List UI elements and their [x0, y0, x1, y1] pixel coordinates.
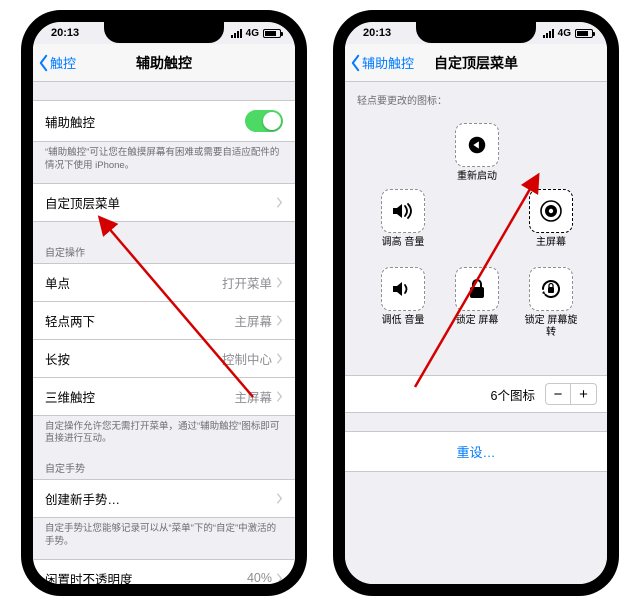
chevron-left-icon: [37, 54, 50, 72]
row-double-tap[interactable]: 轻点两下 主屏幕: [33, 302, 295, 340]
lock-icon: [467, 278, 487, 300]
row-label: 辅助触控: [45, 112, 95, 131]
chevron-right-icon: [276, 391, 283, 402]
screen: 20:13 4G 辅助触控 自定顶层菜单 轻点要更改的图标： 重新启动: [345, 22, 607, 584]
slot-label: 锁定 屏幕: [449, 315, 505, 327]
row-value: 打开菜单: [222, 273, 272, 292]
slot-rotation-lock[interactable]: 锁定 屏幕旋转: [523, 267, 579, 338]
back-label: 触控: [50, 53, 76, 72]
row-label: 创建新手势…: [45, 489, 120, 508]
chevron-right-icon: [276, 315, 283, 326]
row-assistive-touch[interactable]: 辅助触控: [33, 100, 295, 142]
notch: [416, 21, 536, 43]
battery-icon: [263, 29, 281, 38]
row-value: 控制中心: [222, 349, 272, 368]
row-label: 自定顶层菜单: [45, 193, 120, 212]
chevron-right-icon: [276, 353, 283, 364]
count-label: 6个图标: [491, 385, 535, 404]
slot-volume-down[interactable]: 调低 音量: [375, 267, 431, 327]
back-label: 辅助触控: [362, 53, 414, 72]
chevron-right-icon: [276, 573, 283, 584]
nav-bar: 辅助触控 自定顶层菜单: [345, 44, 607, 82]
phone-left: 20:13 4G 触控 辅助触控 辅助触控 “辅助触控”可让您在触摸屏幕有困难或…: [21, 10, 307, 596]
slot-lock[interactable]: 锁定 屏幕: [449, 267, 505, 327]
slot-home[interactable]: 主屏幕: [523, 189, 579, 249]
nav-bar: 触控 辅助触控: [33, 44, 295, 82]
carrier-label: 4G: [558, 28, 571, 39]
battery-icon: [575, 29, 593, 38]
hint-label: 轻点要更改的图标：: [345, 82, 607, 111]
signal-icon: [231, 29, 242, 38]
reset-button[interactable]: 重设…: [345, 431, 607, 472]
slot-label: 主屏幕: [523, 237, 579, 249]
chevron-right-icon: [276, 277, 283, 288]
back-button[interactable]: 触控: [33, 53, 76, 72]
reset-label: 重设…: [456, 445, 495, 460]
restart-icon: [466, 134, 488, 156]
carrier-label: 4G: [246, 28, 259, 39]
row-value: 主屏幕: [234, 311, 272, 330]
row-value: 主屏幕: [234, 387, 272, 406]
status-time: 20:13: [51, 27, 79, 39]
row-long-press[interactable]: 长按 控制中心: [33, 340, 295, 378]
icon-grid: 重新启动 调高 音量 主屏幕 调低 音量 锁定 屏幕: [345, 115, 607, 375]
row-3d-touch[interactable]: 三维触控 主屏幕: [33, 378, 295, 416]
slot-label: 锁定 屏幕旋转: [523, 315, 579, 338]
toggle-assistive-touch[interactable]: [245, 110, 283, 132]
volume-up-icon: [391, 201, 415, 221]
slot-label: 调高 音量: [375, 237, 431, 249]
row-single-tap[interactable]: 单点 打开菜单: [33, 263, 295, 302]
row-idle-opacity[interactable]: 闲置时不透明度 40%: [33, 559, 295, 584]
slot-label: 调低 音量: [375, 315, 431, 327]
row-value: 40%: [247, 571, 272, 584]
section-custom-actions: 自定操作: [33, 240, 295, 263]
chevron-left-icon: [349, 54, 362, 72]
icon-count-stepper: 6个图标 − +: [345, 375, 607, 413]
row-custom-top-menu[interactable]: 自定顶层菜单: [33, 183, 295, 222]
phone-right: 20:13 4G 辅助触控 自定顶层菜单 轻点要更改的图标： 重新启动: [333, 10, 619, 596]
chevron-right-icon: [276, 197, 283, 208]
signal-icon: [543, 29, 554, 38]
rotation-lock-icon: [539, 277, 563, 301]
home-icon: [539, 199, 563, 223]
slot-restart[interactable]: 重新启动: [449, 123, 505, 183]
slot-label: 重新启动: [449, 171, 505, 183]
notch: [104, 21, 224, 43]
volume-down-icon: [391, 279, 415, 299]
section-gestures: 自定手势: [33, 456, 295, 479]
stepper-minus[interactable]: −: [545, 383, 571, 405]
row-new-gesture[interactable]: 创建新手势…: [33, 479, 295, 518]
footer-gesture: 自定手势让您能够记录可以从“菜单”下的“自定”中激活的手势。: [33, 518, 295, 559]
row-label: 长按: [45, 349, 70, 368]
footer-assistive: “辅助触控”可让您在触摸屏幕有困难或需要自适应配件的情况下使用 iPhone。: [33, 142, 295, 183]
status-time: 20:13: [363, 27, 391, 39]
back-button[interactable]: 辅助触控: [345, 53, 414, 72]
screen: 20:13 4G 触控 辅助触控 辅助触控 “辅助触控”可让您在触摸屏幕有困难或…: [33, 22, 295, 584]
row-label: 闲置时不透明度: [45, 569, 133, 584]
slot-volume-up[interactable]: 调高 音量: [375, 189, 431, 249]
chevron-right-icon: [276, 493, 283, 504]
row-label: 三维触控: [45, 387, 95, 406]
row-label: 轻点两下: [45, 311, 95, 330]
stepper-plus[interactable]: +: [571, 383, 597, 405]
row-label: 单点: [45, 273, 70, 292]
footer-actions: 自定操作允许您无需打开菜单，通过“辅助触控”图标即可直接进行互动。: [33, 416, 295, 457]
